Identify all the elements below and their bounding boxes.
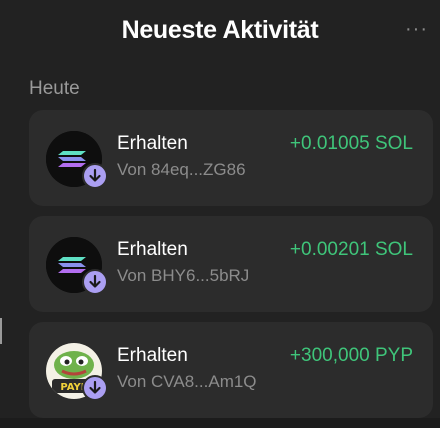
- activity-item[interactable]: Erhalten Von 84eq...ZG86 +0.01005 SOL: [29, 110, 433, 206]
- more-horizontal-icon[interactable]: ···: [405, 18, 428, 41]
- activity-amount: +0.01005 SOL: [289, 133, 413, 154]
- activity-type: Erhalten: [117, 239, 188, 260]
- bottom-edge: [0, 418, 440, 428]
- activity-item[interactable]: Erhalten Von BHY6...5bRJ +0.00201 SOL: [29, 216, 433, 312]
- activity-sender: Von BHY6...5bRJ: [117, 266, 250, 285]
- receive-arrow-icon: [82, 163, 108, 189]
- receive-arrow-icon: [82, 269, 108, 295]
- activity-sender: Von 84eq...ZG86: [117, 160, 246, 179]
- section-label-today: Heute: [29, 78, 80, 99]
- scroll-edge-indicator: [0, 318, 2, 344]
- activity-type: Erhalten: [117, 133, 188, 154]
- activity-item[interactable]: PAYF Erhalten Von CVA8...Am1Q +300,000 P…: [29, 322, 433, 418]
- receive-arrow-icon: [82, 375, 108, 401]
- activity-header: Neueste Aktivität ···: [0, 0, 440, 64]
- activity-amount: +0.00201 SOL: [289, 239, 413, 260]
- activity-type: Erhalten: [117, 345, 188, 366]
- activity-sender: Von CVA8...Am1Q: [117, 372, 257, 391]
- activity-amount: +300,000 PYP: [289, 345, 413, 366]
- page-title: Neueste Aktivität: [121, 16, 319, 44]
